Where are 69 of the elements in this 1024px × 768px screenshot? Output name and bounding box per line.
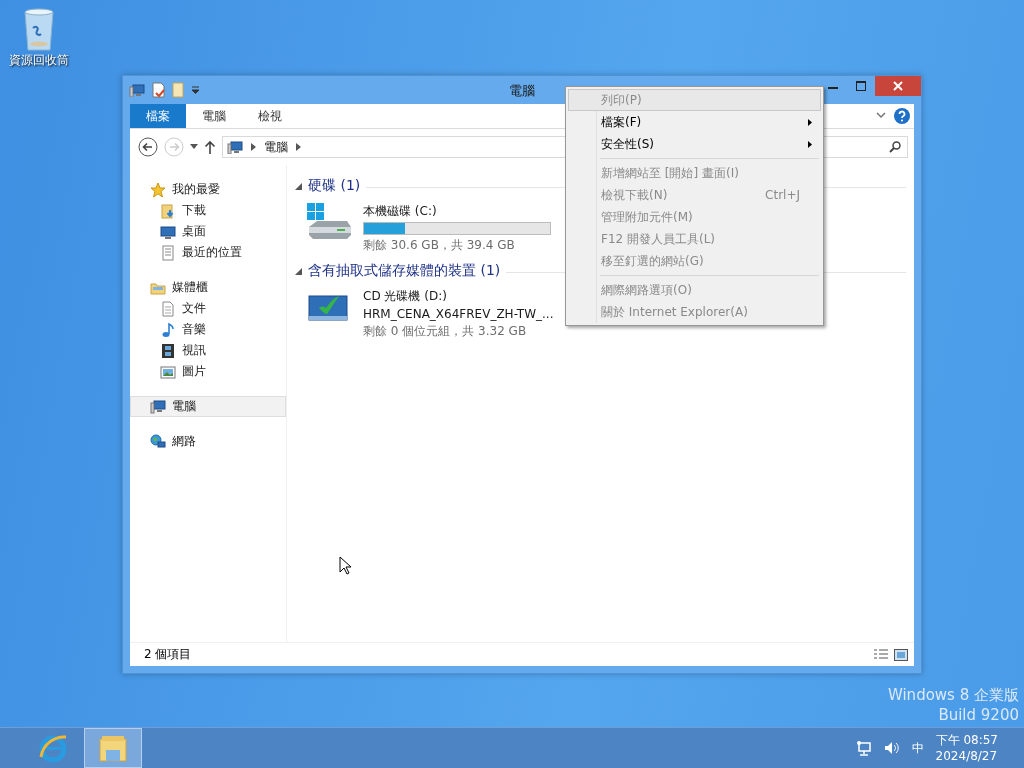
edition-text: Windows 8 企業版 (887, 685, 1019, 705)
image-icon (160, 363, 176, 380)
speaker-icon[interactable] (883, 740, 900, 756)
ribbon-tab[interactable]: 檔案 (130, 104, 186, 128)
back-button[interactable] (138, 137, 158, 157)
large-icons-view-icon[interactable] (894, 648, 908, 661)
chevron-right-icon (296, 143, 301, 151)
ribbon-tab[interactable]: 檢視 (242, 104, 298, 128)
computer-icon (227, 140, 243, 154)
menu-item[interactable]: 檔案(F) (568, 111, 821, 133)
document-icon (160, 300, 176, 317)
submenu-arrow-icon (808, 141, 812, 148)
nav-item[interactable]: 最近的位置 (130, 242, 286, 263)
film-strip-icon (160, 342, 176, 359)
list-page-icon (160, 244, 176, 261)
up-arrow-icon[interactable] (204, 140, 216, 154)
drive-name: CD 光碟機 (D:) (363, 288, 448, 305)
status-text: 2 個項目 (144, 646, 192, 663)
details-view-icon[interactable] (874, 648, 888, 661)
nav-item[interactable]: 視訊 (130, 340, 286, 361)
close-icon (893, 81, 903, 91)
nav-item[interactable]: 我的最愛 (130, 179, 286, 200)
drive-details: 剩餘 30.6 GB，共 39.4 GB (363, 237, 516, 254)
dropdown-icon[interactable] (190, 144, 198, 150)
network-icon[interactable] (855, 740, 872, 756)
build-text: Build 9200 (938, 705, 1019, 725)
cursor-icon (339, 556, 351, 575)
chevron-right-icon (251, 143, 256, 151)
nav-item[interactable]: 音樂 (130, 319, 286, 340)
nav-item[interactable]: 下載 (130, 200, 286, 221)
close-button[interactable] (875, 76, 921, 96)
icon-label: 資源回收筒 (9, 52, 69, 69)
properties-icon[interactable] (151, 82, 165, 98)
maximize-icon (856, 81, 866, 91)
music-note-icon (160, 321, 176, 338)
group-header: 含有抽取式儲存媒體的裝置 (1) (308, 262, 501, 280)
network-icon (150, 433, 166, 450)
hard-drive-icon (305, 201, 353, 241)
input-method-indicator[interactable]: 中 (911, 739, 924, 757)
submenu-arrow-icon (808, 119, 812, 126)
group-header: 硬碟 (1) (308, 177, 361, 195)
dropdown-icon[interactable] (191, 86, 200, 94)
shortcut-text: Ctrl+J (765, 188, 800, 202)
nav-item[interactable]: 文件 (130, 298, 286, 319)
download-folder-icon (160, 202, 176, 219)
help-icon[interactable] (894, 108, 910, 124)
ribbon-tab[interactable]: 電腦 (186, 104, 242, 128)
nav-item[interactable]: 媒體櫃 (130, 277, 286, 298)
nav-item[interactable]: 圖片 (130, 361, 286, 382)
nav-item[interactable]: 桌面 (130, 221, 286, 242)
nav-item[interactable]: 網路 (130, 431, 286, 452)
star-icon (150, 181, 166, 198)
browser-icon (38, 733, 68, 763)
window-title: 電腦 (509, 82, 535, 100)
folder-icon (97, 733, 129, 763)
computer-icon[interactable] (129, 83, 145, 97)
search-icon (889, 141, 901, 153)
chevron-down-icon[interactable] (876, 112, 886, 120)
recycle-bin-icon[interactable] (21, 6, 57, 52)
clock[interactable]: 下午 08:57 2024/8/27 (935, 732, 998, 764)
breadcrumb[interactable]: 電腦 (264, 138, 288, 156)
nav-item[interactable]: 電腦 (130, 396, 286, 417)
expand-icon[interactable] (295, 267, 302, 275)
drive-details: 剩餘 0 個位元組，共 3.32 GB (363, 323, 528, 340)
computer-icon (150, 398, 166, 415)
drive-name: 本機磁碟 (C:) (363, 203, 438, 220)
expand-icon[interactable] (295, 182, 302, 190)
monitor-icon (160, 223, 176, 240)
volume-label: HRM_CENA_X64FREV_ZH-TW_... (363, 307, 554, 321)
